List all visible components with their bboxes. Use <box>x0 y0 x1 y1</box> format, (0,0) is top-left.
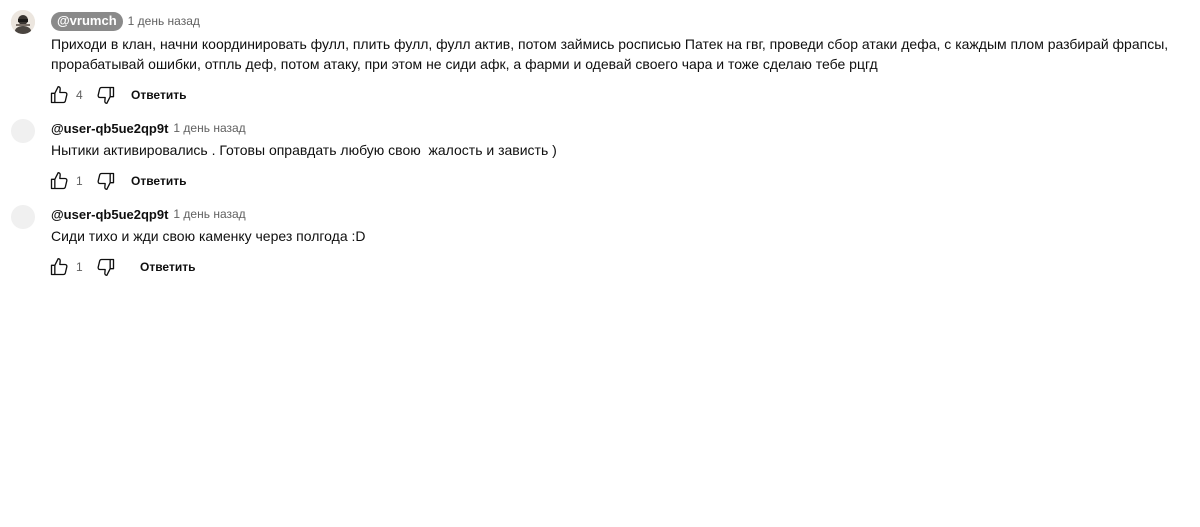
dislike-button[interactable] <box>96 171 116 191</box>
thumb-up-icon <box>50 86 68 104</box>
like-count: 1 <box>76 174 83 188</box>
like-count: 1 <box>76 260 83 274</box>
comment-timestamp[interactable]: 1 день назад <box>128 14 200 28</box>
reply-button[interactable]: Ответить <box>140 260 195 274</box>
comment-text: Нытики активировались . Готовы оправдать… <box>51 142 557 158</box>
thumb-up-icon <box>50 258 68 276</box>
like-count: 4 <box>76 88 83 102</box>
comment-text: Сиди тихо и жди свою каменку через полго… <box>51 228 366 244</box>
avatar[interactable] <box>11 119 35 143</box>
comment-actions: 1 Ответить <box>49 255 195 279</box>
reply-button[interactable]: Ответить <box>131 174 186 188</box>
comment-header: @user-qb5ue2qp9t 1 день назад <box>51 204 246 224</box>
author-name[interactable]: @user-qb5ue2qp9t <box>51 121 168 136</box>
comment-header: @vrumch 1 день назад <box>51 11 200 31</box>
thumb-down-icon <box>97 258 115 276</box>
author-name[interactable]: @user-qb5ue2qp9t <box>51 207 168 222</box>
thumb-down-icon <box>97 172 115 190</box>
comment-timestamp[interactable]: 1 день назад <box>173 121 245 135</box>
comment-timestamp[interactable]: 1 день назад <box>173 207 245 221</box>
dislike-button[interactable] <box>96 257 116 277</box>
avatar-image <box>11 10 35 34</box>
comment-header: @user-qb5ue2qp9t 1 день назад <box>51 118 246 138</box>
reply-button[interactable]: Ответить <box>131 88 186 102</box>
avatar[interactable] <box>11 10 35 34</box>
like-button[interactable] <box>49 85 69 105</box>
like-button[interactable] <box>49 171 69 191</box>
comment-text: Приходи в клан, начни координировать фул… <box>51 36 1169 72</box>
comment-actions: 1 Ответить <box>49 169 186 193</box>
like-button[interactable] <box>49 257 69 277</box>
dislike-button[interactable] <box>96 85 116 105</box>
author-name[interactable]: @vrumch <box>51 11 123 31</box>
comment-actions: 4 Ответить <box>49 83 186 107</box>
avatar[interactable] <box>11 205 35 229</box>
thumb-down-icon <box>97 86 115 105</box>
thumb-up-icon <box>50 172 68 190</box>
